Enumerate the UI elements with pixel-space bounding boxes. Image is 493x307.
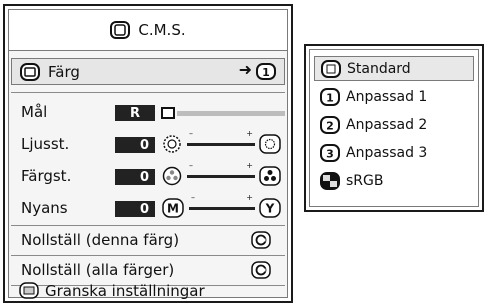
slider-track <box>187 143 255 146</box>
slider-minus-mark: – <box>189 129 193 138</box>
svg-text:1: 1 <box>326 91 334 104</box>
standard-icon <box>321 59 341 78</box>
saturation-low-icon <box>162 166 182 186</box>
badge-1-icon: 1 <box>320 87 340 106</box>
enter-icon <box>251 261 271 279</box>
reset-this-color-label: Nollställ (denna färg) <box>21 231 180 249</box>
hue-slider[interactable]: – + <box>189 193 255 215</box>
preset-option-label: Standard <box>347 60 411 77</box>
preset-option-label: Anpassad 3 <box>346 144 428 161</box>
target-label: Mål <box>21 103 48 121</box>
divider <box>11 92 285 93</box>
preset-dropdown: Standard 1 Anpassad 1 2 Anpassad 2 3 Anp… <box>304 44 484 212</box>
hue-label: Nyans <box>21 199 68 217</box>
slider-track <box>187 175 255 178</box>
preset-option-label: sRGB <box>346 172 384 189</box>
menu-title: C.M.S. <box>138 21 186 39</box>
hue-value[interactable]: 0 <box>115 201 155 217</box>
divider <box>11 255 285 256</box>
brightness-label: Ljusst. <box>21 135 70 153</box>
preset-option-custom-2[interactable]: 2 Anpassad 2 <box>314 112 474 137</box>
preset-option-srgb[interactable]: sRGB <box>314 168 474 193</box>
menu-titlebar: C.M.S. <box>9 10 287 51</box>
badge-2-icon: 2 <box>320 115 340 134</box>
svg-text:3: 3 <box>326 147 334 160</box>
badge-3-icon: 3 <box>320 143 340 162</box>
magenta-icon: M <box>162 198 184 218</box>
brightness-slider[interactable]: – + <box>187 129 255 151</box>
svg-text:1: 1 <box>262 66 270 79</box>
saturation-label: Färgst. <box>21 167 72 185</box>
srgb-icon <box>320 171 340 190</box>
yellow-icon: Y <box>259 198 281 218</box>
brightness-value[interactable]: 0 <box>115 137 155 153</box>
brightness-high-icon <box>259 134 281 154</box>
svg-text:M: M <box>167 202 179 216</box>
preset-option-label: Anpassad 2 <box>346 116 428 133</box>
slider-minus-mark: – <box>189 161 193 170</box>
brightness-low-icon <box>162 134 182 154</box>
preset-option-custom-1[interactable]: 1 Anpassad 1 <box>314 84 474 109</box>
saturation-slider[interactable]: – + <box>187 161 255 183</box>
svg-text:2: 2 <box>326 119 334 132</box>
slider-track <box>189 207 255 210</box>
preset-option-label: Anpassad 1 <box>346 88 428 105</box>
reset-all-colors-label: Nollställ (alla färger) <box>21 261 175 279</box>
saturation-high-icon <box>259 166 281 186</box>
slider-plus-mark: + <box>246 161 253 170</box>
color-select-row[interactable]: Färg ➜ 1 <box>11 58 285 85</box>
review-icon <box>19 282 39 299</box>
preset-badge: 1 <box>256 63 276 80</box>
saturation-value[interactable]: 0 <box>115 169 155 185</box>
slider-minus-mark: – <box>191 193 195 202</box>
slider-plus-mark: + <box>246 129 253 138</box>
color-row-label: Färg <box>48 62 80 81</box>
enter-icon <box>251 231 271 249</box>
target-value[interactable]: R <box>115 105 155 121</box>
svg-text:Y: Y <box>265 202 275 216</box>
slider-plus-mark: + <box>246 193 253 202</box>
review-settings-button[interactable]: Granska inställningar <box>9 278 287 302</box>
preset-option-standard[interactable]: Standard <box>314 56 474 81</box>
review-settings-label: Granska inställningar <box>45 282 205 300</box>
cms-menu-frame: C.M.S. Färg ➜ 1 Mål R Ljusst. 0 – + Färg… <box>8 9 288 300</box>
arrow-right-icon: ➜ <box>238 60 252 79</box>
target-swatch-bar[interactable] <box>161 106 285 120</box>
cms-title-icon <box>110 21 131 39</box>
divider <box>11 225 285 226</box>
cms-menu-panel: C.M.S. Färg ➜ 1 Mål R Ljusst. 0 – + Färg… <box>3 4 293 303</box>
preset-dropdown-frame: Standard 1 Anpassad 1 2 Anpassad 2 3 Anp… <box>309 49 479 207</box>
preset-option-custom-3[interactable]: 3 Anpassad 3 <box>314 140 474 165</box>
reset-this-color-button[interactable]: Nollställ (denna färg) <box>9 228 287 254</box>
palette-icon <box>20 62 40 81</box>
